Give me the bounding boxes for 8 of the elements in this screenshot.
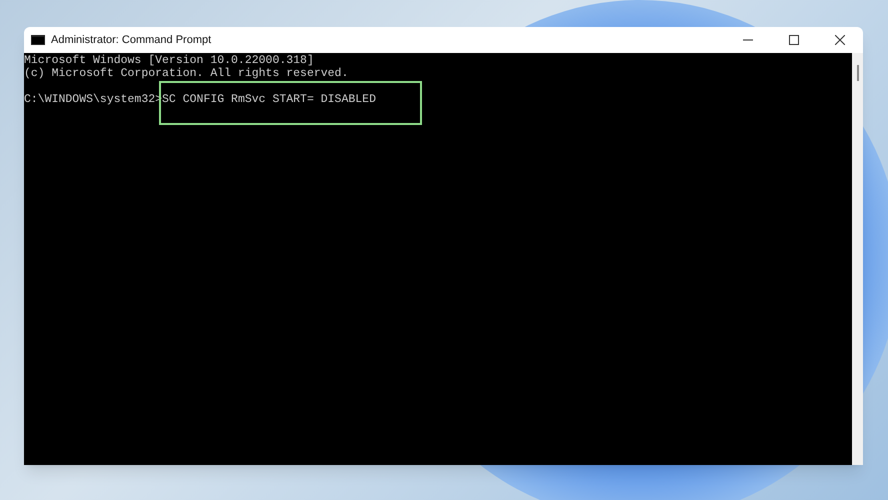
close-icon	[835, 35, 845, 45]
console-output-line: (c) Microsoft Corporation. All rights reserved.	[24, 67, 348, 80]
scrollbar-thumb[interactable]	[856, 65, 858, 81]
maximize-icon	[789, 35, 799, 45]
window-title: Administrator: Command Prompt	[51, 32, 212, 48]
console-output-line: Microsoft Windows [Version 10.0.22000.318]	[24, 54, 314, 67]
console-app-icon	[31, 35, 45, 45]
console-command: SC CONFIG RmSvc START= DISABLED	[162, 93, 376, 106]
